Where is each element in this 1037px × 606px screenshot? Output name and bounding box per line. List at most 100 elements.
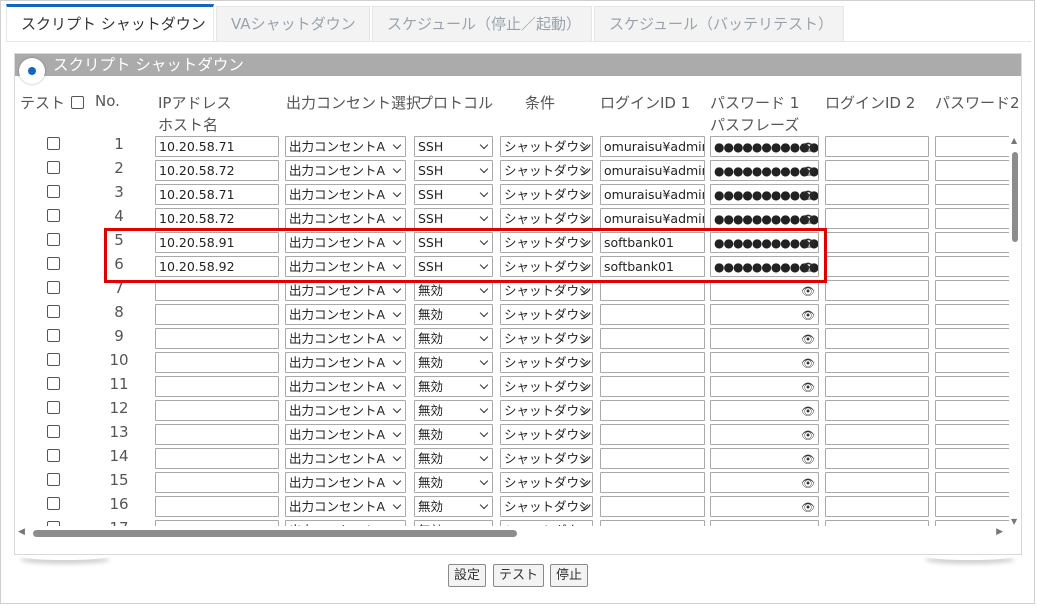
eye-icon[interactable]: 👁 [801,402,815,420]
condition-select[interactable]: シャットダウン [500,496,593,517]
login-id-1-input[interactable]: omuraisu¥admini [600,184,705,205]
protocol-select[interactable]: 無効 [414,304,493,325]
password-2-input[interactable] [935,184,1009,205]
eye-icon[interactable]: 👁 [801,354,815,372]
row-test-checkbox[interactable] [47,185,60,198]
password-1-input[interactable]: ●●●●●●●●●●● 👁 [710,136,819,157]
vertical-scroll-thumb[interactable] [1012,152,1018,242]
protocol-select[interactable]: 無効 [414,448,493,469]
password-2-input[interactable] [935,304,1009,325]
condition-select[interactable]: シャットダウン [500,184,593,205]
eye-icon[interactable]: 👁 [801,306,815,324]
ip-address-input[interactable] [155,400,279,421]
condition-select[interactable]: シャットダウン [500,424,593,445]
password-2-input[interactable] [935,160,1009,181]
login-id-2-input[interactable] [825,472,929,493]
ip-address-input[interactable] [155,424,279,445]
password-1-input[interactable]: 👁 [710,352,819,373]
outlet-select[interactable]: 出力コンセントA [285,184,406,205]
password-2-input[interactable] [935,256,1009,277]
outlet-select[interactable]: 出力コンセントA [285,376,406,397]
horizontal-scrollbar[interactable]: ◀ ▶ [15,526,1009,540]
ip-address-input[interactable]: 10.20.58.72 [155,208,279,229]
ip-address-input[interactable] [155,328,279,349]
eye-icon[interactable]: 👁 [801,138,815,156]
row-test-checkbox[interactable] [47,425,60,438]
login-id-1-input[interactable] [600,472,705,493]
outlet-select[interactable]: 出力コンセントA [285,448,406,469]
password-1-input[interactable]: 👁 [710,328,819,349]
outlet-select[interactable]: 出力コンセントA [285,280,406,301]
outlet-select[interactable]: 出力コンセントA [285,352,406,373]
ip-address-input[interactable] [155,352,279,373]
password-2-input[interactable] [935,448,1009,469]
test-button[interactable]: テスト [493,564,545,587]
password-1-input[interactable]: 👁 [710,472,819,493]
login-id-1-input[interactable] [600,376,705,397]
password-2-input[interactable] [935,352,1009,373]
protocol-select[interactable]: 無効 [414,328,493,349]
tab-script-shutdown[interactable]: スクリプト シャットダウン [6,4,214,42]
ip-address-input[interactable] [155,496,279,517]
eye-icon[interactable]: 👁 [801,426,815,444]
row-test-checkbox[interactable] [47,209,60,222]
outlet-select[interactable]: 出力コンセントA [285,160,406,181]
condition-select[interactable]: シャットダウン [500,304,593,325]
row-test-checkbox[interactable] [47,353,60,366]
login-id-2-input[interactable] [825,376,929,397]
ip-address-input[interactable] [155,376,279,397]
row-test-checkbox[interactable] [47,449,60,462]
ip-address-input[interactable]: 10.20.58.71 [155,136,279,157]
outlet-select[interactable]: 出力コンセントA [285,304,406,325]
protocol-select[interactable]: 無効 [414,472,493,493]
row-test-checkbox[interactable] [47,329,60,342]
eye-icon[interactable]: 👁 [801,450,815,468]
eye-icon[interactable]: 👁 [801,186,815,204]
password-1-input[interactable]: 👁 [710,496,819,517]
ip-address-input[interactable]: 10.20.58.72 [155,160,279,181]
login-id-1-input[interactable] [600,448,705,469]
login-id-1-input[interactable] [600,400,705,421]
login-id-2-input[interactable] [825,448,929,469]
scroll-up-icon[interactable]: ▲ [1011,136,1017,145]
eye-icon[interactable]: 👁 [801,378,815,396]
login-id-2-input[interactable] [825,280,929,301]
password-1-input[interactable]: 👁 [710,448,819,469]
password-2-input[interactable] [935,280,1009,301]
login-id-1-input[interactable] [600,304,705,325]
ip-address-input[interactable] [155,472,279,493]
row-test-checkbox[interactable] [47,233,60,246]
ip-address-input[interactable] [155,304,279,325]
login-id-1-input[interactable] [600,496,705,517]
condition-select[interactable]: シャットダウン [500,136,593,157]
outlet-select[interactable]: 出力コンセントA [285,400,406,421]
login-id-2-input[interactable] [825,184,929,205]
login-id-2-input[interactable] [825,136,929,157]
section-radio[interactable] [19,58,45,84]
outlet-select[interactable]: 出力コンセントA [285,208,406,229]
password-1-input[interactable]: 👁 [710,280,819,301]
condition-select[interactable]: シャットダウン [500,448,593,469]
condition-select[interactable]: シャットダウン [500,160,593,181]
login-id-1-input[interactable] [600,424,705,445]
outlet-select[interactable]: 出力コンセントA [285,424,406,445]
row-test-checkbox[interactable] [47,497,60,510]
tab-schedule-stop-start[interactable]: スケジュール（停止／起動） [372,6,592,42]
password-1-input[interactable]: 👁 [710,400,819,421]
protocol-select[interactable]: SSH [414,208,493,229]
protocol-select[interactable]: 無効 [414,496,493,517]
condition-select[interactable]: シャットダウン [500,400,593,421]
login-id-2-input[interactable] [825,256,929,277]
login-id-1-input[interactable]: omuraisu¥admini [600,160,705,181]
login-id-1-input[interactable]: omuraisu¥admini [600,136,705,157]
row-test-checkbox[interactable] [47,137,60,150]
outlet-select[interactable]: 出力コンセントA [285,496,406,517]
select-all-checkbox[interactable] [71,96,84,109]
password-2-input[interactable] [935,472,1009,493]
eye-icon[interactable]: 👁 [801,474,815,492]
condition-select[interactable]: シャットダウン [500,328,593,349]
password-2-input[interactable] [935,424,1009,445]
password-2-input[interactable] [935,400,1009,421]
ip-address-input[interactable] [155,280,279,301]
password-1-input[interactable]: ●●●●●●●●●●● 👁 [710,160,819,181]
